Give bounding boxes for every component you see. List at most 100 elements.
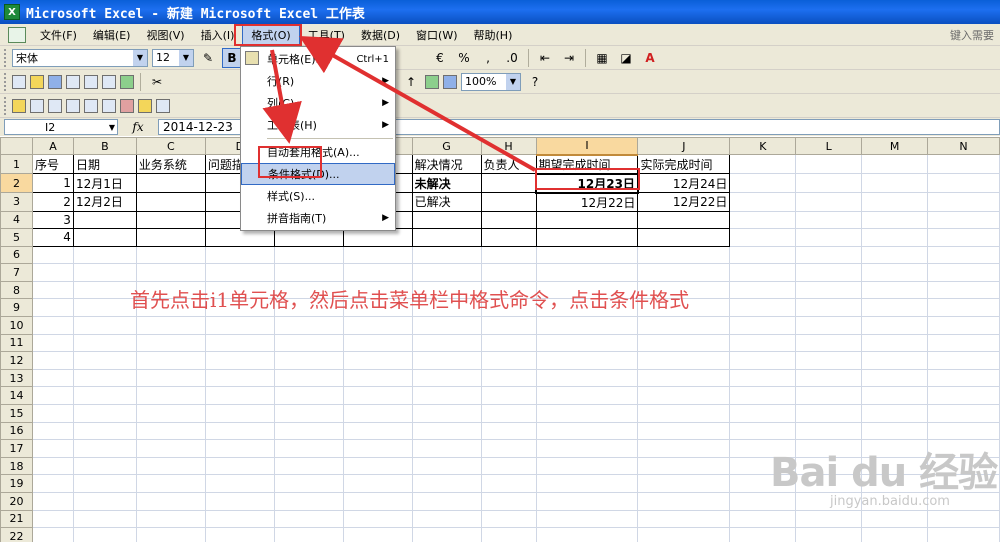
chevron-down-icon[interactable]: ▼ (133, 49, 147, 66)
sort-descending-icon[interactable]: ↑ (401, 72, 421, 92)
cell-H12[interactable] (480, 351, 537, 370)
chevron-down-icon[interactable]: ▼ (179, 49, 193, 66)
cell-C19[interactable] (135, 474, 206, 493)
cell-E5[interactable] (273, 228, 344, 247)
cell-F13[interactable] (342, 368, 413, 388)
cell-B13[interactable] (72, 368, 137, 388)
cell-D10[interactable] (204, 316, 275, 335)
row-header[interactable]: 21 (0, 509, 33, 529)
cell-L14[interactable] (795, 386, 863, 406)
euro-currency-button[interactable]: € (430, 48, 450, 68)
open-folder-icon[interactable] (30, 74, 44, 89)
cell-M21[interactable] (861, 509, 929, 529)
cell-J11[interactable] (637, 333, 731, 353)
cell-D21[interactable] (204, 509, 275, 529)
cell-B17[interactable] (72, 439, 137, 458)
cell-M9[interactable] (861, 298, 929, 318)
drawing-icon[interactable] (443, 74, 457, 89)
cell-J5[interactable] (637, 228, 731, 247)
row-header[interactable]: 22 (0, 527, 33, 542)
cell-B1[interactable]: 日期 (72, 154, 137, 174)
style-item[interactable]: 样式(S)... (241, 185, 395, 207)
cell-H13[interactable] (480, 368, 537, 388)
cell-A18[interactable] (31, 456, 74, 476)
cell-C12[interactable] (135, 351, 206, 370)
cell-M16[interactable] (861, 421, 929, 441)
name-box[interactable]: I2 ▼ (4, 119, 118, 135)
cell-B12[interactable] (72, 351, 137, 370)
column-header[interactable]: A (31, 137, 74, 155)
cell-L8[interactable] (795, 280, 863, 300)
cell-L3[interactable] (795, 192, 863, 212)
cell-N12[interactable] (927, 351, 1000, 370)
format-cells-item[interactable]: 单元格(E)... Ctrl+1 (241, 48, 395, 70)
cell-J16[interactable] (637, 421, 731, 441)
column-header[interactable]: C (135, 137, 206, 155)
percent-button[interactable]: % (454, 48, 474, 68)
cell-J21[interactable] (637, 509, 731, 529)
column-header[interactable]: G (411, 137, 482, 155)
row-header[interactable]: 6 (0, 245, 33, 265)
format-sheet-item[interactable]: 工作表(H) ▶ (241, 114, 395, 136)
cell-C20[interactable] (135, 492, 206, 511)
cell-J17[interactable] (637, 439, 731, 458)
row-header[interactable]: 8 (0, 280, 33, 300)
cell-B14[interactable] (72, 386, 137, 406)
cell-A17[interactable] (31, 439, 74, 458)
cell-F18[interactable] (342, 456, 413, 476)
cell-L11[interactable] (795, 333, 863, 353)
cell-C17[interactable] (135, 439, 206, 458)
cell-H11[interactable] (480, 333, 537, 353)
cell-E19[interactable] (273, 474, 344, 493)
cell-G21[interactable] (411, 509, 482, 529)
cell-M6[interactable] (861, 245, 929, 265)
increase-indent-icon[interactable]: ⇥ (559, 48, 579, 68)
cell-B20[interactable] (72, 492, 137, 511)
cell-H19[interactable] (480, 474, 537, 493)
chevron-down-icon[interactable]: ▼ (506, 73, 520, 90)
column-header[interactable]: K (729, 137, 797, 155)
cell-J22[interactable] (637, 527, 731, 542)
cell-H20[interactable] (480, 492, 537, 511)
cell-H1[interactable]: 负责人 (480, 154, 537, 174)
cell-I20[interactable] (535, 492, 639, 511)
borders-icon[interactable]: ▦ (592, 48, 612, 68)
cell-K10[interactable] (729, 316, 797, 335)
cell-D6[interactable] (204, 245, 275, 265)
cell-N15[interactable] (927, 404, 1000, 423)
cell-I10[interactable] (535, 316, 639, 335)
cell-C16[interactable] (135, 421, 206, 441)
cell-H4[interactable] (480, 210, 537, 230)
cell-G3[interactable]: 已解决 (411, 192, 482, 212)
cell-G6[interactable] (411, 245, 482, 265)
cell-F14[interactable] (342, 386, 413, 406)
cell-A21[interactable] (31, 509, 74, 529)
row-header[interactable]: 18 (0, 456, 33, 476)
cell-I12[interactable] (535, 351, 639, 370)
cell-B8[interactable] (72, 280, 137, 300)
cell-E7[interactable] (273, 263, 344, 282)
cell-E12[interactable] (273, 351, 344, 370)
cell-I15[interactable] (535, 404, 639, 423)
cell-F7[interactable] (342, 263, 413, 282)
cell-C6[interactable] (135, 245, 206, 265)
cell-J4[interactable] (637, 210, 731, 230)
cell-I18[interactable] (535, 456, 639, 476)
column-header[interactable]: J (637, 137, 731, 155)
bold-button[interactable]: B (222, 47, 242, 68)
cell-D13[interactable] (204, 368, 275, 388)
cell-B15[interactable] (72, 404, 137, 423)
column-header[interactable]: L (795, 137, 863, 155)
cell-B22[interactable] (72, 527, 137, 542)
cell-M11[interactable] (861, 333, 929, 353)
cell-K5[interactable] (729, 228, 797, 247)
cell-K13[interactable] (729, 368, 797, 388)
cell-E18[interactable] (273, 456, 344, 476)
cell-N7[interactable] (927, 263, 1000, 282)
cell-K4[interactable] (729, 210, 797, 230)
row-header[interactable]: 13 (0, 368, 33, 388)
cell-C14[interactable] (135, 386, 206, 406)
cell-L2[interactable] (795, 173, 863, 193)
toolbar-grip[interactable] (4, 96, 8, 115)
column-header[interactable]: M (861, 137, 929, 155)
